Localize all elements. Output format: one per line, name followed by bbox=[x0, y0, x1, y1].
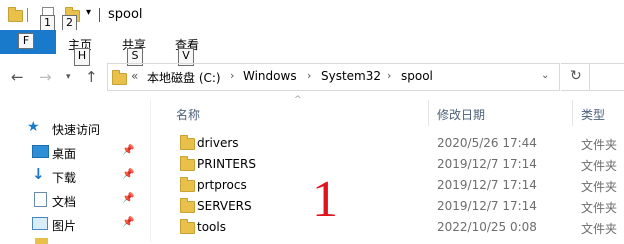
file-name: PRINTERS bbox=[197, 157, 256, 171]
file-type: 文件夹 bbox=[581, 201, 618, 215]
column-header-name[interactable]: 名称 bbox=[176, 106, 200, 123]
file-row-printers[interactable]: PRINTERS 2019/12/7 17:14 文件夹 bbox=[170, 154, 624, 175]
sidebar-item-label: 快速访问 bbox=[52, 123, 101, 137]
download-icon: ↓ bbox=[32, 165, 45, 183]
breadcrumb-overflow[interactable]: « bbox=[131, 69, 138, 83]
search-box[interactable] bbox=[590, 63, 624, 91]
file-row-servers[interactable]: SERVERS 2019/12/7 17:14 文件夹 bbox=[170, 196, 624, 217]
window-title: spool bbox=[108, 7, 143, 22]
document-icon bbox=[34, 192, 47, 207]
pane-divider[interactable] bbox=[150, 100, 151, 242]
desktop-icon bbox=[32, 145, 49, 158]
customize-toolbar-icon[interactable]: ▾ bbox=[86, 7, 91, 18]
star-icon: ★ bbox=[27, 119, 40, 135]
file-row-tools[interactable]: tools 2022/10/25 0:08 文件夹 bbox=[170, 217, 624, 238]
sidebar-item-documents[interactable]: 文档 📌 bbox=[24, 189, 144, 213]
address-dropdown-icon[interactable]: ⌄ bbox=[541, 70, 549, 81]
file-date: 2019/12/7 17:14 bbox=[437, 157, 537, 171]
keytip-file: F bbox=[18, 33, 34, 49]
pin-icon[interactable]: 📌 bbox=[122, 193, 134, 204]
sidebar-item-pictures[interactable]: 图片 📌 bbox=[24, 213, 144, 237]
file-name: prtprocs bbox=[197, 178, 247, 192]
folder-icon bbox=[180, 177, 195, 192]
breadcrumb-drive[interactable]: 本地磁盘 (C:) bbox=[147, 69, 221, 86]
keytip-1: 1 bbox=[40, 15, 55, 31]
pin-icon[interactable]: 📌 bbox=[122, 145, 134, 156]
up-arrow-icon[interactable]: ↑ bbox=[85, 68, 98, 86]
sidebar-scrollbar[interactable] bbox=[141, 100, 150, 242]
file-row-prtprocs[interactable]: prtprocs 2019/12/7 17:14 文件夹 bbox=[170, 175, 624, 196]
sidebar-item-desktop[interactable]: 桌面 📌 bbox=[24, 141, 144, 165]
file-name: tools bbox=[197, 220, 226, 234]
folder-icon bbox=[8, 7, 23, 22]
forward-arrow-icon[interactable]: → bbox=[39, 68, 52, 86]
file-type: 文件夹 bbox=[581, 159, 618, 173]
file-date: 2019/12/7 17:14 bbox=[437, 178, 537, 192]
sidebar-item-label: 图片 bbox=[52, 219, 77, 233]
separator bbox=[27, 8, 28, 22]
file-name: drivers bbox=[197, 136, 239, 150]
back-arrow-icon[interactable]: ← bbox=[11, 68, 24, 86]
file-name: SERVERS bbox=[197, 199, 252, 213]
column-separator[interactable] bbox=[572, 100, 573, 126]
column-header-type[interactable]: 类型 bbox=[581, 106, 605, 123]
separator bbox=[99, 8, 100, 22]
sidebar-item-label: 桌面 bbox=[52, 147, 77, 161]
refresh-icon[interactable]: ↻ bbox=[570, 68, 582, 84]
folder-icon bbox=[180, 135, 195, 150]
sidebar-item-downloads[interactable]: ↓ 下载 📌 bbox=[24, 165, 144, 189]
file-date: 2020/5/26 17:44 bbox=[437, 136, 537, 150]
file-date: 2019/12/7 17:14 bbox=[437, 199, 537, 213]
chevron-right-icon[interactable]: › bbox=[230, 69, 234, 82]
pin-icon[interactable]: 📌 bbox=[122, 169, 134, 180]
title-bar: 1 2 ▾ spool bbox=[0, 0, 624, 31]
file-type: 文件夹 bbox=[581, 180, 618, 194]
folder-icon bbox=[180, 219, 195, 234]
breadcrumb-spool[interactable]: spool bbox=[401, 69, 433, 83]
picture-icon bbox=[32, 217, 48, 230]
file-type: 文件夹 bbox=[581, 222, 618, 236]
sidebar-item-label: 文档 bbox=[52, 195, 77, 209]
chevron-right-icon[interactable]: › bbox=[307, 69, 311, 82]
sidebar-item-quick-access[interactable]: ★ 快速访问 bbox=[24, 117, 144, 141]
address-folder-icon bbox=[112, 70, 127, 85]
breadcrumb-windows[interactable]: Windows bbox=[243, 69, 297, 83]
column-header-date[interactable]: 修改日期 bbox=[437, 106, 485, 123]
annotation-number: 1 bbox=[312, 171, 338, 228]
ribbon bbox=[0, 30, 624, 54]
file-type: 文件夹 bbox=[581, 138, 618, 152]
pin-icon[interactable]: 📌 bbox=[122, 217, 134, 228]
column-separator[interactable] bbox=[428, 100, 429, 126]
folder-icon bbox=[35, 238, 48, 244]
file-row-drivers[interactable]: drivers 2020/5/26 17:44 文件夹 bbox=[170, 133, 624, 154]
keytip-2: 2 bbox=[62, 15, 77, 31]
chevron-right-icon[interactable]: › bbox=[387, 69, 391, 82]
folder-icon bbox=[180, 156, 195, 171]
folder-icon bbox=[180, 198, 195, 213]
sort-ascending-icon: ^ bbox=[294, 95, 302, 105]
recent-locations-icon[interactable]: ▾ bbox=[66, 72, 71, 82]
file-date: 2022/10/25 0:08 bbox=[437, 220, 537, 234]
sidebar-item-label: 下载 bbox=[52, 171, 77, 185]
breadcrumb-system32[interactable]: System32 bbox=[321, 69, 381, 83]
keytip-home: H bbox=[74, 48, 90, 66]
